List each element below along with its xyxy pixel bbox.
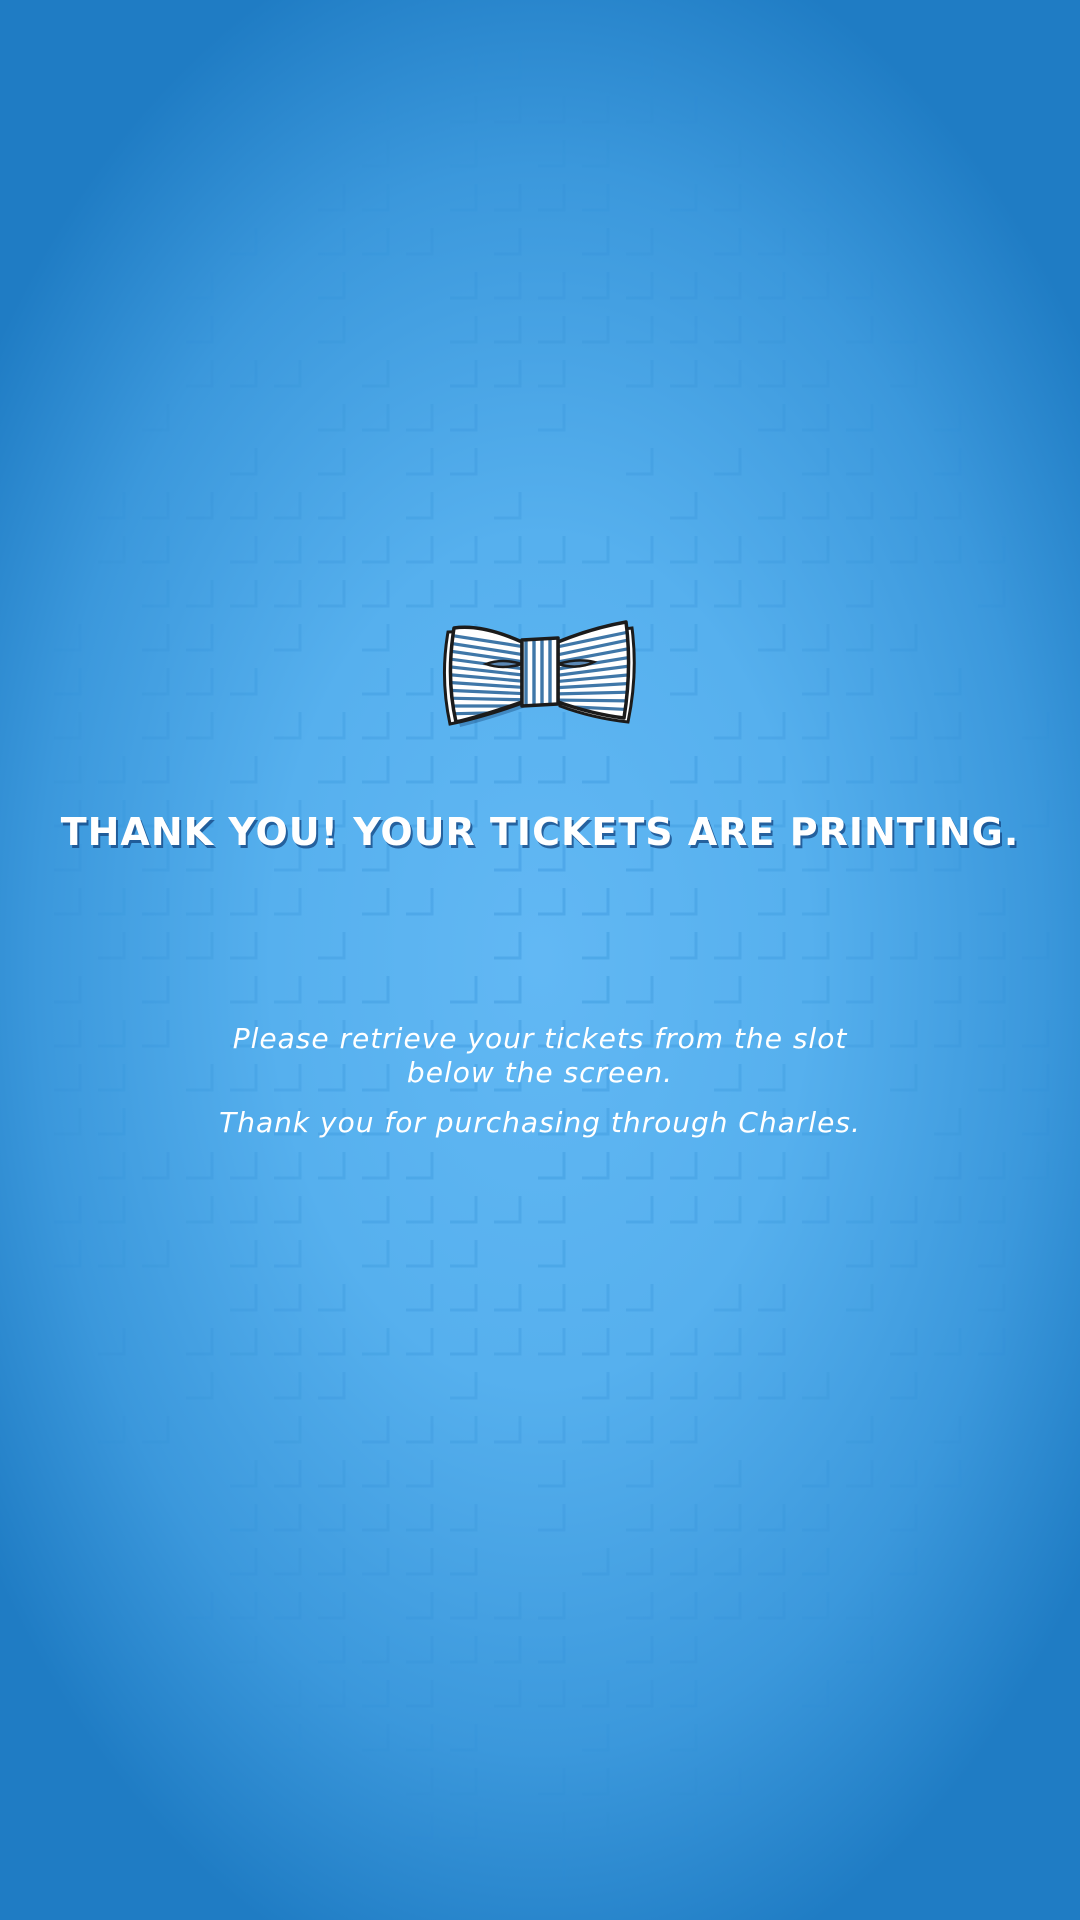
bowtie-icon (442, 620, 636, 727)
instruction-line-2: below the screen. (406, 1056, 674, 1089)
thanks-message: Thank you for purchasing through Charles… (219, 1106, 861, 1139)
retrieve-instruction: Please retrieve your tickets from the sl… (0, 1022, 1080, 1090)
page-title: THANK YOU! YOUR TICKETS ARE PRINTING. (60, 810, 1020, 854)
instruction-line-1: Please retrieve your tickets from the sl… (232, 1022, 848, 1055)
thank-you-screen: THANK YOU! YOUR TICKETS ARE PRINTING. Pl… (0, 0, 1080, 1920)
